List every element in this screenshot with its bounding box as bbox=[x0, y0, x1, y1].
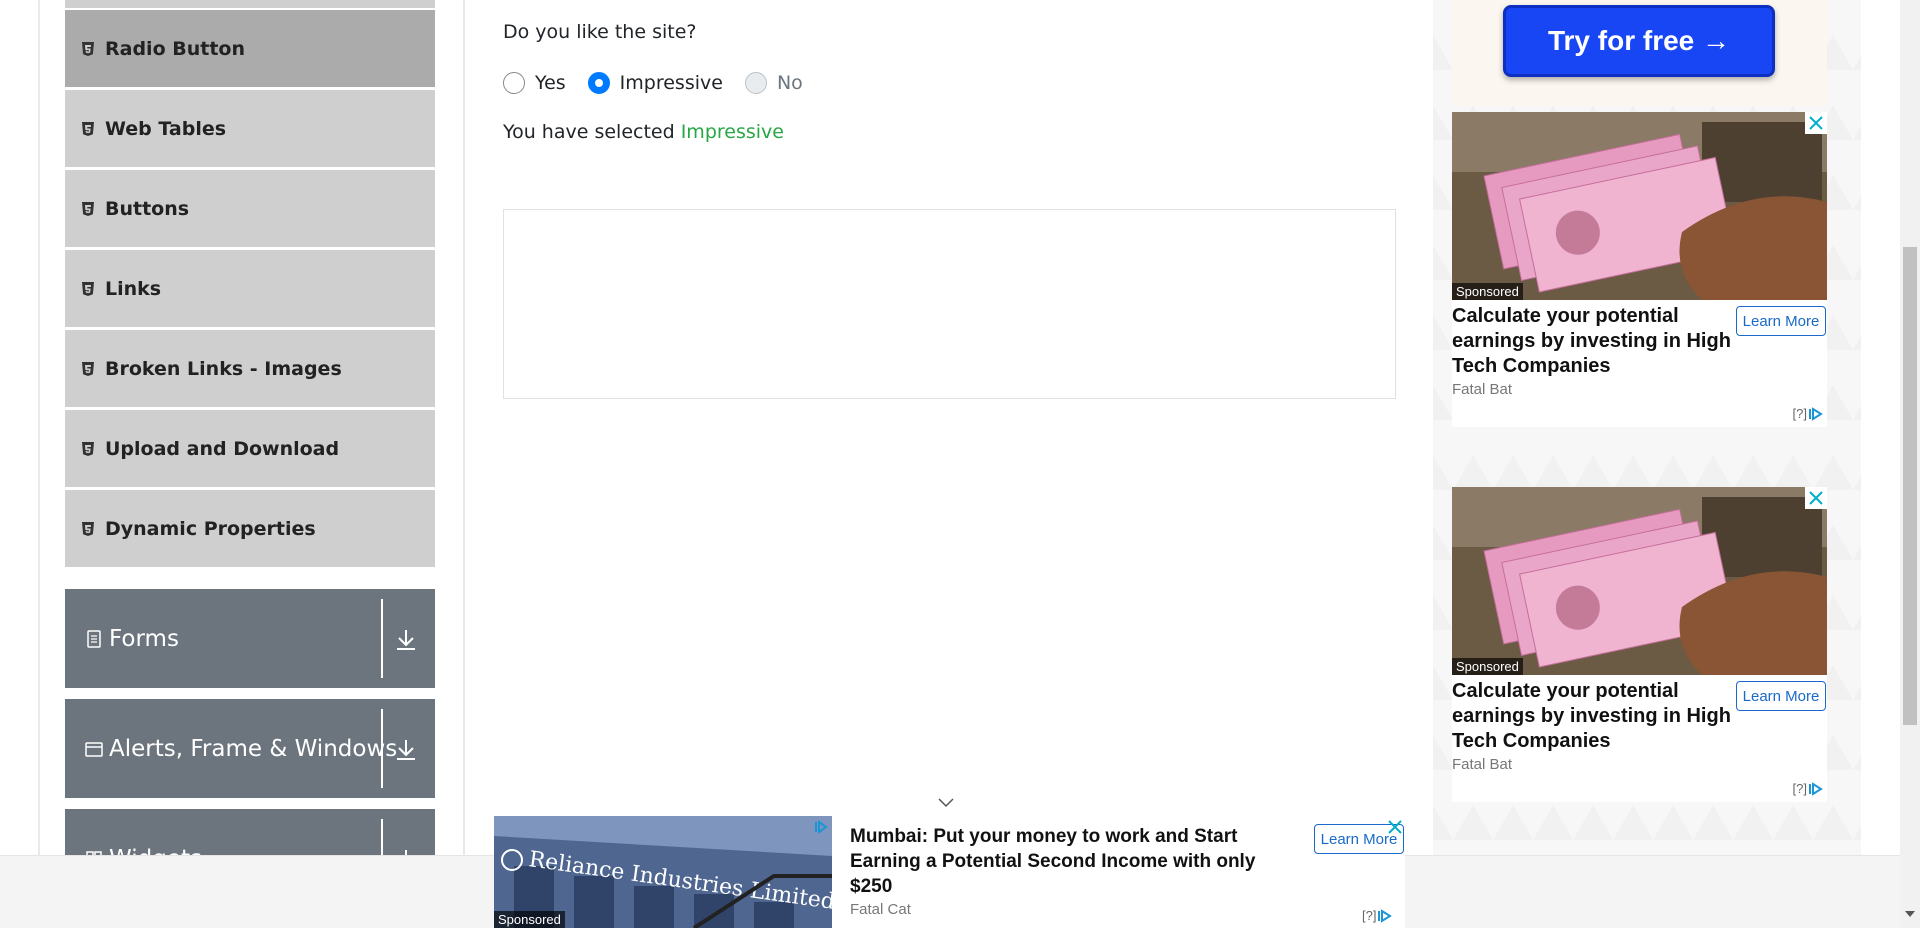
html5-icon bbox=[82, 441, 94, 456]
group-divider bbox=[381, 599, 383, 678]
html5-icon bbox=[82, 521, 94, 536]
ad-image: Sponsored bbox=[1452, 112, 1827, 300]
close-ad-icon[interactable] bbox=[1386, 818, 1404, 836]
adchoices-icon[interactable] bbox=[1807, 406, 1825, 421]
sidebar-item-label: Dynamic Properties bbox=[105, 517, 316, 540]
adchoices[interactable]: [?] bbox=[1793, 406, 1825, 421]
sidebar-item-buttons[interactable]: Buttons bbox=[65, 169, 435, 247]
sidebar-item-upload-download[interactable]: Upload and Download bbox=[65, 409, 435, 487]
adchoices[interactable]: [?] bbox=[1793, 781, 1825, 796]
window-icon bbox=[85, 741, 103, 757]
html5-icon bbox=[82, 281, 94, 296]
money-hand-image bbox=[1452, 487, 1827, 675]
chevron-down-icon[interactable] bbox=[936, 796, 956, 810]
radio-option-yes[interactable]: Yes bbox=[503, 72, 566, 94]
ad-source: Fatal Cat bbox=[850, 901, 911, 918]
learn-more-button[interactable]: Learn More bbox=[1736, 681, 1826, 711]
close-ad-icon[interactable] bbox=[1805, 112, 1827, 134]
ad-source: Fatal Bat bbox=[1452, 381, 1513, 398]
ad-title[interactable]: Mumbai: Put your money to work and Start… bbox=[850, 824, 1300, 899]
scrollbar-thumb[interactable] bbox=[1903, 247, 1917, 725]
bottom-ad[interactable]: Reliance Industries Limited Sponsored Mu… bbox=[494, 816, 1405, 928]
radio-label[interactable]: Yes bbox=[535, 72, 566, 94]
ad-image: Reliance Industries Limited Sponsored bbox=[494, 816, 832, 928]
radio-label[interactable]: Impressive bbox=[620, 72, 723, 94]
sidebar-item-label: Buttons bbox=[105, 197, 190, 220]
radio-no bbox=[744, 72, 767, 94]
try-for-free-button[interactable]: Try for free → bbox=[1503, 5, 1775, 77]
ad-source: Fatal Bat bbox=[1452, 756, 1513, 773]
adchoices-icon[interactable] bbox=[1807, 781, 1825, 796]
sidebar-border-right bbox=[463, 0, 465, 855]
ad-image: Sponsored bbox=[1452, 487, 1827, 675]
money-hand-image bbox=[1452, 112, 1827, 300]
download-arrow-icon[interactable] bbox=[391, 627, 421, 653]
radio-impressive[interactable] bbox=[587, 72, 610, 94]
html5-icon bbox=[82, 121, 94, 136]
result-text: You have selected Impressive bbox=[503, 121, 784, 143]
sidebar-group-label: Forms bbox=[109, 625, 179, 652]
ad-info[interactable]: [?] bbox=[1793, 406, 1807, 421]
ad-title[interactable]: Calculate your potential earnings by inv… bbox=[1452, 304, 1742, 379]
adchoices-icon[interactable] bbox=[1376, 908, 1394, 923]
sidebar-item-links[interactable]: Links bbox=[65, 249, 435, 327]
ad-info[interactable]: [?] bbox=[1362, 908, 1376, 923]
sidebar-item-label: Web Tables bbox=[105, 117, 227, 140]
sidebar-group-forms[interactable]: Forms bbox=[65, 589, 435, 688]
sidebar-item-broken-links[interactable]: Broken Links - Images bbox=[65, 329, 435, 407]
page: Radio Button Web Tables Buttons Links Br… bbox=[0, 0, 1920, 928]
close-ad-icon[interactable] bbox=[1805, 487, 1827, 509]
sidebar-item-label: Broken Links - Images bbox=[105, 357, 342, 380]
sidebar-item-previous[interactable] bbox=[65, 0, 435, 8]
sidebar-item-label: Radio Button bbox=[105, 37, 245, 60]
ad-card[interactable]: Sponsored Calculate your potential earni… bbox=[1452, 112, 1827, 427]
question-text: Do you like the site? bbox=[503, 21, 697, 43]
learn-more-button[interactable]: Learn More bbox=[1736, 306, 1826, 336]
ad-title[interactable]: Calculate your potential earnings by inv… bbox=[1452, 679, 1742, 754]
sidebar-group-label: Alerts, Frame & Windows bbox=[109, 735, 398, 762]
try-button-label: Try for free → bbox=[1547, 25, 1731, 56]
download-arrow-icon[interactable] bbox=[391, 737, 421, 763]
result-prefix: You have selected bbox=[503, 121, 681, 143]
html5-icon bbox=[82, 41, 94, 56]
sidebar-item-label: Upload and Download bbox=[105, 437, 340, 460]
scroll-down-arrow-icon[interactable] bbox=[1904, 908, 1916, 920]
content-placeholder-box bbox=[503, 209, 1396, 399]
sidebar-item-dynamic-properties[interactable]: Dynamic Properties bbox=[65, 489, 435, 567]
sidebar-group-alerts[interactable]: Alerts, Frame & Windows bbox=[65, 699, 435, 798]
radio-group: Yes Impressive No bbox=[503, 70, 825, 96]
sidebar-item-radio-button[interactable]: Radio Button bbox=[65, 9, 435, 87]
adchoices-icon[interactable] bbox=[814, 820, 828, 834]
group-divider bbox=[381, 709, 383, 788]
radio-option-impressive[interactable]: Impressive bbox=[587, 72, 723, 94]
ad-card[interactable]: Sponsored Calculate your potential earni… bbox=[1452, 487, 1827, 802]
sponsored-label: Sponsored bbox=[1452, 283, 1523, 300]
sponsored-label: Sponsored bbox=[1452, 658, 1523, 675]
html5-icon bbox=[82, 201, 94, 216]
sidebar-item-label: Links bbox=[105, 277, 162, 300]
adchoices[interactable]: [?] bbox=[1362, 908, 1394, 923]
result-value: Impressive bbox=[680, 121, 784, 143]
sidebar-border bbox=[38, 0, 40, 855]
sidebar-item-web-tables[interactable]: Web Tables bbox=[65, 89, 435, 167]
radio-option-no: No bbox=[744, 72, 803, 94]
radio-yes[interactable] bbox=[503, 72, 525, 94]
sponsored-label: Sponsored bbox=[494, 911, 565, 928]
ad-info[interactable]: [?] bbox=[1793, 781, 1807, 796]
document-icon bbox=[87, 629, 101, 648]
html5-icon bbox=[82, 361, 94, 376]
radio-label: No bbox=[776, 72, 803, 94]
